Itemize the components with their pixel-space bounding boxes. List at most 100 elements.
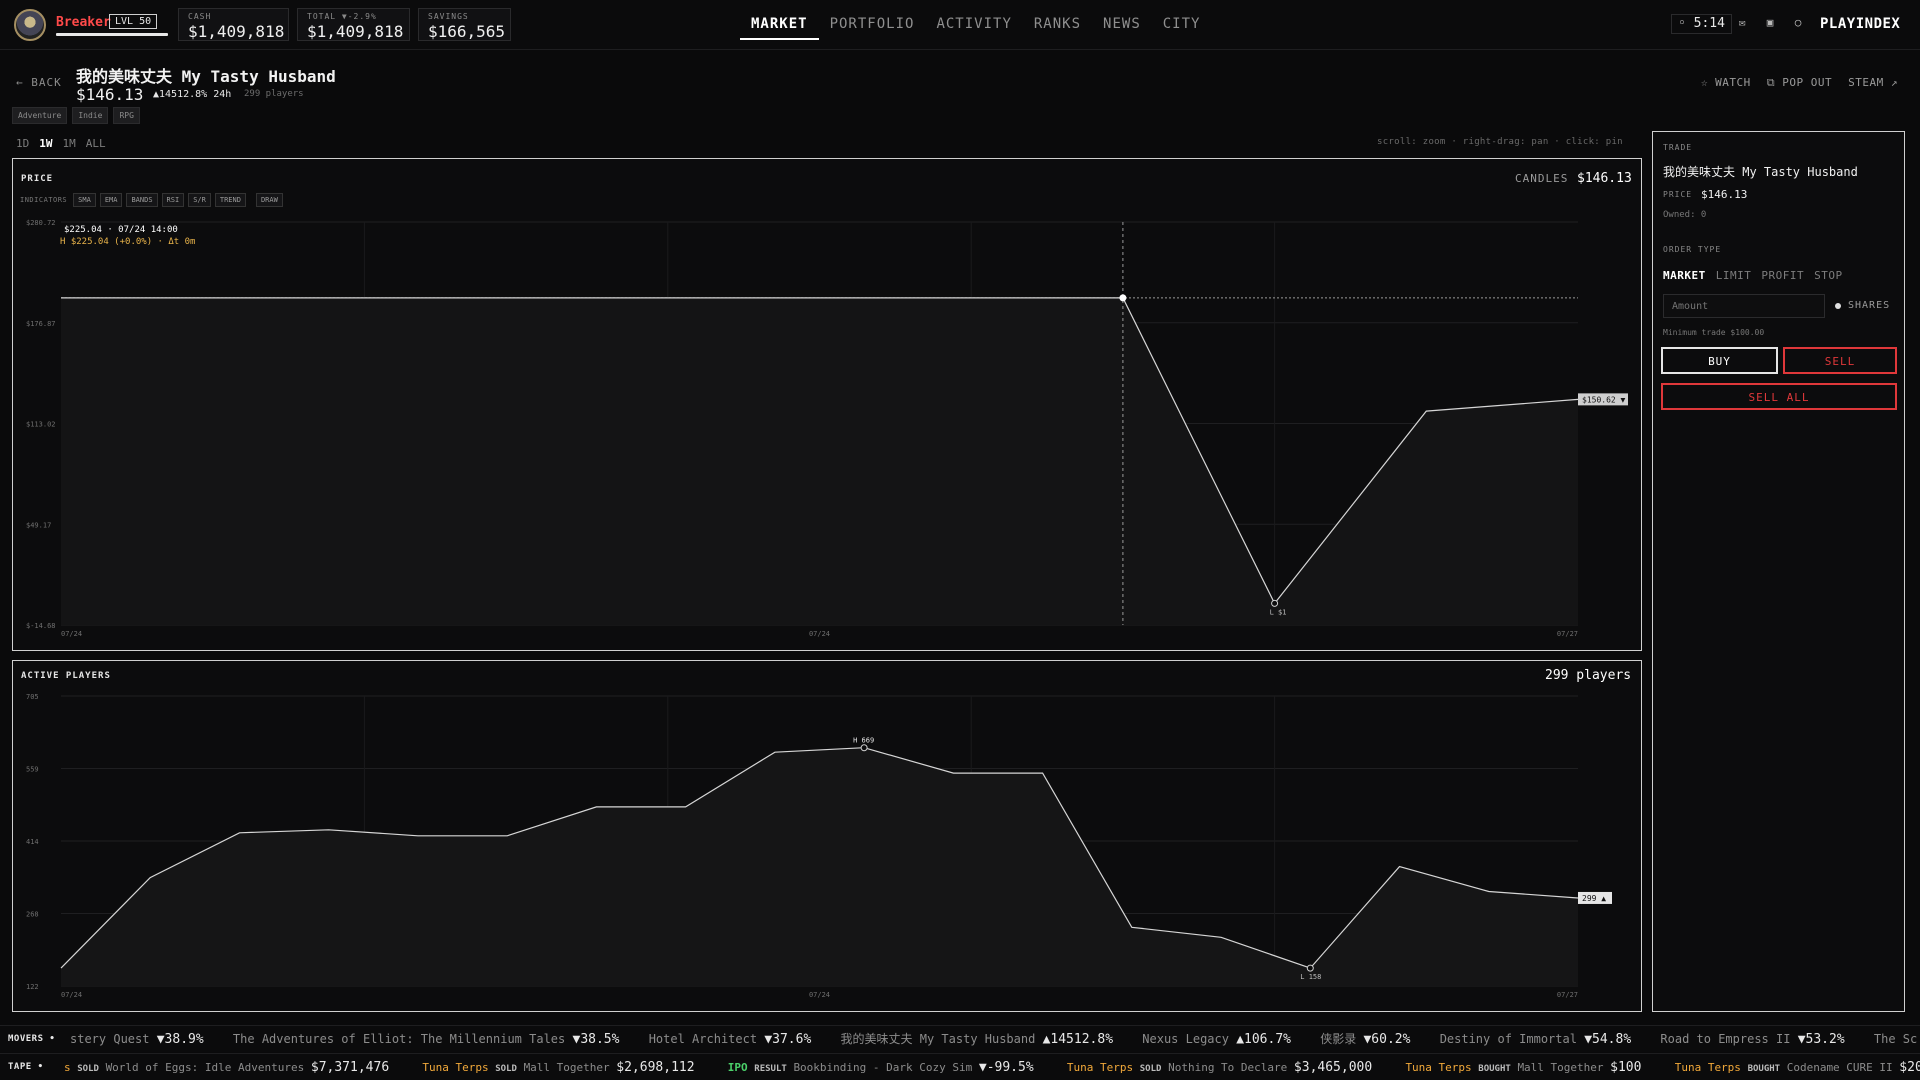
mover-name: 侠影录 [1320, 1032, 1357, 1046]
nav-news[interactable]: NEWS [1092, 0, 1152, 40]
tag-adventure[interactable]: Adventure [12, 107, 68, 124]
avatar[interactable] [14, 9, 46, 41]
mail-icon[interactable]: ✉ [1736, 17, 1748, 29]
shares-toggle-dot[interactable] [1835, 303, 1841, 309]
y-tick-label: $113.02 [26, 421, 56, 429]
players-chart[interactable]: 705 559 414 268 122 07/24 07/24 07/27 H 669 L 1… [12, 686, 1642, 1006]
back-button[interactable]: ← BACK [16, 76, 62, 89]
watch-button[interactable]: ☆ WATCH [1701, 76, 1751, 90]
clock: ◦ 5:14 [1671, 14, 1732, 34]
movers-track: stery Quest ▼38.9% The Adventures of Ell… [70, 1026, 1920, 1052]
stop-icon[interactable]: ▣ [1764, 17, 1776, 29]
order-market[interactable]: MARKET [1663, 269, 1706, 282]
indicator-sma[interactable]: SMA [73, 193, 96, 207]
mover-item[interactable]: stery Quest ▼38.9% [70, 1032, 204, 1047]
settings-icon[interactable]: ○ [1792, 17, 1804, 29]
buy-button[interactable]: BUY [1661, 347, 1778, 374]
tape-item[interactable]: Tuna Terps SOLD Nothing To Declare $3,46… [1067, 1060, 1372, 1075]
low-label: L $1 [1270, 608, 1287, 616]
mover-name: Destiny of Immortal [1439, 1032, 1577, 1046]
draw-tool[interactable]: DRAW [255, 193, 283, 207]
tag-rpg[interactable]: RPG [113, 107, 140, 124]
sell-all-button[interactable]: SELL ALL [1661, 383, 1897, 410]
order-profit[interactable]: PROFIT [1761, 269, 1804, 282]
mover-name: Nexus Legacy [1142, 1032, 1229, 1046]
tape-action: SOLD [77, 1064, 99, 1074]
brand-logo[interactable]: PLAYINDEX [1820, 16, 1900, 32]
price-chart[interactable]: $280.72 $176.87 $113.02 $49.17 $-14.68 07/24 0… [12, 215, 1642, 645]
tape-item[interactable]: Tuna Terps BOUGHT Codename CURE II $20,0… [1675, 1060, 1920, 1075]
tape-amount: ▼-99.5% [978, 1060, 1034, 1075]
nav-city[interactable]: CITY [1152, 0, 1212, 40]
tape-item[interactable]: Tuna Terps BOUGHT Mall Together $100 [1405, 1060, 1641, 1075]
tape-action: SOLD [495, 1064, 517, 1074]
xp-progress-bar [56, 33, 168, 36]
indicator-bar: INDICATORS SMA EMA BANDS RSI S/R TREND D… [20, 193, 283, 207]
username[interactable]: Breaker [56, 15, 111, 30]
tag-indie[interactable]: Indie [72, 107, 109, 124]
pin-point[interactable] [1119, 294, 1127, 302]
nav-portfolio[interactable]: PORTFOLIO [819, 0, 926, 40]
indicator-sr[interactable]: S/R [188, 193, 211, 207]
players-low-label: L 158 [1300, 973, 1321, 981]
range-all[interactable]: ALL [86, 137, 106, 150]
mover-item[interactable]: 侠影录 ▼60.2% [1320, 1032, 1410, 1047]
indicator-bands[interactable]: BANDS [126, 193, 158, 207]
mover-pct: ▼53.2% [1797, 1032, 1845, 1047]
nav-market[interactable]: MARKET [740, 0, 819, 40]
tape-item[interactable]: Tuna Terps SOLD Mall Together $2,698,112 [422, 1060, 695, 1075]
players-current: 299 players [1545, 668, 1632, 683]
x-tick-label: 07/24 [61, 630, 82, 638]
nav-activity[interactable]: ACTIVITY [925, 0, 1022, 40]
players-panel-title: ACTIVE PLAYERS [21, 671, 111, 681]
mover-pct: ▲106.7% [1236, 1032, 1291, 1047]
pop-out-button[interactable]: ⧉ POP OUT [1767, 76, 1832, 90]
game-links: ☆ WATCH ⧉ POP OUT STEAM ↗ [1701, 76, 1898, 90]
game-price: $146.13 [76, 85, 144, 104]
y-tick-label: $-14.68 [26, 622, 56, 630]
range-1d[interactable]: 1D [16, 137, 29, 150]
mover-item[interactable]: Nexus Legacy ▲106.7% [1142, 1032, 1291, 1047]
x-tick-label: 07/24 [809, 630, 830, 638]
steam-link[interactable]: STEAM ↗ [1848, 76, 1898, 90]
indicator-trend[interactable]: TREND [214, 193, 246, 207]
mover-item[interactable]: The Adventures of Elliot: The Millennium… [233, 1032, 620, 1047]
tape-ticker: TAPE • s SOLD World of Eggs: Idle Advent… [0, 1053, 1920, 1080]
range-selector: 1D 1W 1M ALL [16, 137, 106, 150]
tape-amount: $2,698,112 [616, 1060, 695, 1075]
order-stop[interactable]: STOP [1814, 269, 1843, 282]
min-trade-note: Minimum trade $100.00 [1663, 328, 1765, 337]
mover-pct: ▼38.9% [156, 1032, 204, 1047]
low-point [1271, 599, 1279, 607]
cash-label: CASH [188, 12, 212, 21]
mover-item[interactable]: The Sc [1874, 1032, 1917, 1046]
mover-name: Road to Empress II [1660, 1032, 1791, 1046]
x-tick-label: 07/24 [61, 991, 82, 999]
nav-ranks[interactable]: RANKS [1023, 0, 1092, 40]
y-tick-label: 268 [26, 911, 39, 919]
indicator-rsi[interactable]: RSI [161, 193, 185, 207]
tooltip-line-2: H $225.04 (+0.0%) · Δt 0m [60, 237, 195, 247]
range-1w[interactable]: 1W [39, 137, 52, 150]
tape-game: Codename CURE II [1786, 1061, 1893, 1074]
range-1m[interactable]: 1M [63, 137, 76, 150]
tape-action: SOLD [1139, 1064, 1162, 1074]
tape-item[interactable]: s SOLD World of Eggs: Idle Adventures $7… [64, 1060, 389, 1075]
mover-item[interactable]: Road to Empress II ▼53.2% [1660, 1032, 1845, 1047]
order-limit[interactable]: LIMIT [1716, 269, 1752, 282]
sell-button[interactable]: SELL [1783, 347, 1897, 374]
mover-item[interactable]: 我的美味丈夫 My Tasty Husband ▲14512.8% [841, 1032, 1114, 1047]
amount-input[interactable] [1663, 294, 1825, 318]
trade-title: TRADE [1663, 143, 1693, 152]
indicator-ema[interactable]: EMA [99, 193, 123, 207]
tooltip-line-1: $225.04 · 07/24 14:00 [64, 225, 178, 235]
mover-item[interactable]: Hotel Architect ▼37.6% [649, 1032, 812, 1047]
mover-pct: ▼37.6% [764, 1032, 812, 1047]
tape-item[interactable]: IPO RESULT Bookbinding - Dark Cozy Sim ▼… [728, 1060, 1034, 1075]
mover-pct: ▼54.8% [1584, 1032, 1632, 1047]
shares-toggle[interactable]: SHARES [1848, 300, 1890, 311]
players-tag: 299 ▲ [1578, 891, 1612, 904]
candles-toggle[interactable]: CANDLES [1515, 172, 1568, 185]
genre-tags: Adventure Indie RPG [12, 107, 140, 124]
mover-item[interactable]: Destiny of Immortal ▼54.8% [1439, 1032, 1632, 1047]
